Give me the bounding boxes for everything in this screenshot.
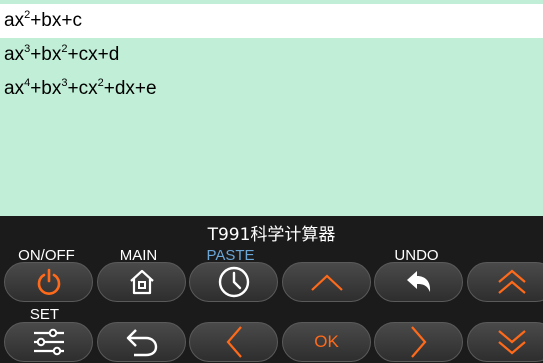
ok-label: OK: [314, 332, 339, 351]
equation-list: ax2+bx+c ax3+bx2+cx+d ax4+bx3+cx2+dx+e: [0, 0, 543, 216]
equation-item-quadratic[interactable]: ax2+bx+c: [0, 4, 543, 38]
equation-term: ax: [4, 44, 25, 65]
back-icon: [126, 329, 157, 357]
clock-icon: [218, 266, 249, 298]
home-icon: [129, 269, 154, 295]
power-button[interactable]: [4, 262, 93, 302]
left-arrow-icon: [226, 326, 242, 358]
set-button[interactable]: [4, 322, 93, 362]
label-set: SET: [29, 306, 60, 323]
double-down-icon: [497, 330, 526, 355]
undo-button[interactable]: [374, 262, 463, 302]
up-button[interactable]: [282, 262, 371, 302]
left-button[interactable]: [189, 322, 278, 362]
exponent: 2: [24, 9, 31, 21]
exponent: 3: [24, 43, 31, 55]
exponent: 4: [24, 77, 31, 89]
app-title: T991科学计算器: [207, 225, 336, 245]
equation-term: +cx+d: [67, 44, 120, 65]
equation-term: +dx+e: [103, 78, 157, 99]
right-button[interactable]: [374, 322, 463, 362]
equation-term: +bx: [30, 78, 62, 99]
exponent: 2: [61, 43, 68, 55]
exponent: 2: [97, 77, 104, 89]
ok-button[interactable]: OK: [282, 322, 371, 362]
keypad-panel: T991科学计算器 ON/OFF MAIN PASTE UNDO SET OK: [0, 216, 543, 363]
page-up-button[interactable]: [467, 262, 543, 302]
equation-item-quartic[interactable]: ax4+bx3+cx2+dx+e: [0, 72, 543, 106]
settings-sliders-icon: [33, 328, 64, 356]
main-button[interactable]: [97, 262, 186, 302]
right-arrow-icon: [410, 326, 426, 358]
undo-arrow-icon: [406, 271, 430, 292]
back-button[interactable]: [97, 322, 186, 362]
paste-button[interactable]: [189, 262, 278, 302]
double-up-icon: [497, 269, 526, 294]
up-arrow-icon: [310, 274, 343, 291]
equation-term: +bx: [30, 44, 62, 65]
equation-term: +cx: [67, 78, 98, 99]
exponent: 3: [61, 77, 68, 89]
power-icon: [37, 268, 60, 295]
equation-item-cubic[interactable]: ax3+bx2+cx+d: [0, 38, 543, 72]
equation-term: ax: [4, 78, 25, 99]
equation-term: +bx+c: [30, 10, 82, 31]
equation-term: ax: [4, 10, 25, 31]
page-down-button[interactable]: [467, 322, 543, 362]
